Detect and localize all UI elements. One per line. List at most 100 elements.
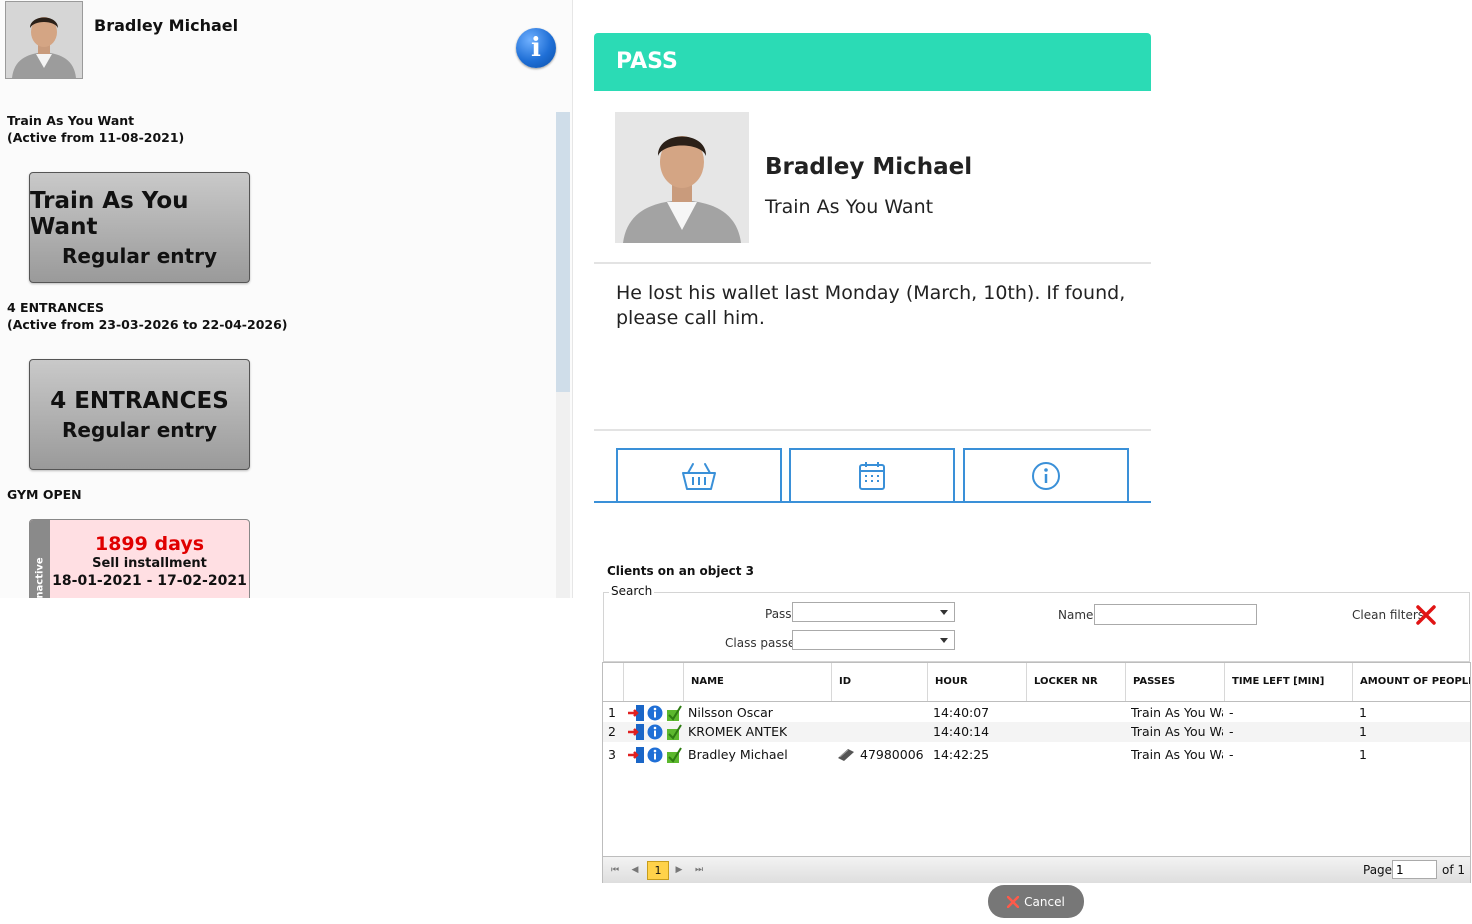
chevron-down-icon [940,638,948,643]
column-header-time-left[interactable]: TIME LEFT [MIN] [1224,663,1352,701]
row-people: 1 [1359,747,1367,762]
pass-button-subtitle: Regular entry [62,417,217,442]
row-time-left: - [1229,747,1234,762]
row-action-icons [628,747,682,763]
pass-label-name: 4 ENTRANCES [7,300,105,315]
row-hour: 14:40:07 [933,705,990,720]
row-passes: Train As You Wa [1131,724,1223,739]
pass-entry-button-2[interactable]: 4 ENTRANCES Regular entry [29,359,250,470]
info-icon[interactable] [647,705,663,721]
column-header-id[interactable]: ID [831,663,927,701]
row-hour: 14:42:25 [933,747,990,762]
inactive-pass-card[interactable]: Unactive 1899 days Sell installment 18-0… [29,519,250,598]
scroll-thumb[interactable] [556,112,570,392]
prev-page-icon[interactable]: ◀ [627,862,643,878]
last-page-icon[interactable]: ⏭ [691,862,707,878]
row-passes: Train As You Wa [1131,705,1223,720]
pass-card-note: He lost his wallet last Monday (March, 1… [616,282,1126,329]
pass-filter-label: Pass [765,607,792,621]
column-header-passes[interactable]: PASSES [1125,663,1224,701]
pass-label-active: (Active from 23-03-2026 to 22-04-2026) [7,317,288,332]
info-icon[interactable] [647,724,663,740]
chevron-down-icon [940,610,948,615]
client-name: Bradley Michael [94,16,239,35]
pass-button-title: 4 ENTRANCES [50,387,229,414]
clear-filters-icon[interactable] [1415,604,1437,626]
table-row[interactable]: 2 KROMEK ANTEK 14:40:14 Train As You Wa … [603,722,1470,742]
pass-entry-button-1[interactable]: Train As You Want Regular entry [29,172,250,283]
clients-panel-title: Clients on an object 3 [607,564,755,578]
info-icon[interactable]: i [516,28,556,68]
edit-check-icon[interactable] [667,747,682,763]
pass-label-1: Train As You Want (Active from 11-08-202… [7,112,184,146]
page-of-label: of 1 [1442,863,1466,877]
grid-header: NAME ID HOUR LOCKER NR PASSES TIME LEFT … [603,663,1470,702]
table-row[interactable]: 1 Nilsson Oscar 14:40:07 Train As You Wa… [603,703,1470,723]
row-hour: 14:40:14 [933,724,990,739]
pass-button-subtitle: Regular entry [62,243,217,268]
edit-check-icon[interactable] [667,724,682,740]
page-input[interactable] [1392,860,1437,879]
table-row[interactable]: 3 Bradley Michael 47980006 14:42:25 Trai… [603,745,1470,765]
pass-button-title: Train As You Want [30,187,189,240]
close-icon [1007,895,1020,908]
inactive-strip: Unactive [30,520,50,598]
row-number: 2 [608,724,616,739]
basket-button[interactable] [616,448,782,502]
exit-door-icon[interactable] [628,724,644,740]
info-icon[interactable] [647,747,663,763]
row-action-icons [628,724,682,740]
column-header-locker[interactable]: LOCKER NR [1026,663,1125,701]
row-name: Nilsson Oscar [688,705,773,720]
row-people: 1 [1359,724,1367,739]
cancel-label: Cancel [1024,894,1065,909]
next-page-icon[interactable]: ▶ [671,862,687,878]
pass-label-name: Train As You Want [7,113,135,128]
info-button[interactable] [963,448,1129,502]
column-header-name[interactable]: NAME [683,663,831,701]
divider [594,501,1151,503]
divider [594,262,1151,264]
client-photo [615,112,749,243]
pass-label-active: (Active from 11-08-2021) [7,130,185,145]
row-name: KROMEK ANTEK [688,724,788,739]
row-action-icons [628,705,682,721]
column-header-people[interactable]: AMOUNT OF PEOPLE [1352,663,1470,701]
edit-check-icon[interactable] [667,705,682,721]
inactive-days: 1899 days [94,533,205,555]
class-passes-filter-select[interactable] [792,630,955,650]
pass-card-actions [616,448,1133,502]
pass-card-name: Bradley Michael [765,154,973,180]
page-label: Page [1363,863,1393,877]
client-avatar [5,1,83,79]
pass-label-2: 4 ENTRANCES (Active from 23-03-2026 to 2… [7,299,288,333]
grid-pager: ⏮ ◀ 1 ▶ ⏭ Page of 1 [603,856,1470,883]
inactive-subtitle: Sell installment [92,556,207,571]
first-page-icon[interactable]: ⏮ [607,862,623,878]
calendar-icon [859,462,885,490]
scrollbar[interactable] [556,112,570,598]
inactive-dates: 18-01-2021 - 17-02-2021 [52,573,247,589]
search-legend: Search [609,584,655,598]
exit-door-icon[interactable] [628,747,644,763]
gym-open-label: GYM OPEN [7,487,82,502]
divider [594,429,1151,431]
pass-filter-select[interactable] [792,602,955,622]
pass-card-header: PASS [594,33,1151,91]
row-number: 1 [608,705,616,720]
column-header-hour[interactable]: HOUR [927,663,1026,701]
cancel-button[interactable]: Cancel [988,885,1084,918]
search-group [603,592,1470,662]
row-name: Bradley Michael [688,747,788,762]
name-filter-input[interactable] [1094,604,1257,625]
row-passes: Train As You Wa [1131,747,1223,762]
clean-filters-label[interactable]: Clean filters [1352,608,1424,622]
info-circle-icon [1032,462,1060,490]
pass-card-pass: Train As You Want [765,196,934,218]
exit-door-icon[interactable] [628,705,644,721]
client-passes-panel: Bradley Michael i Train As You Want (Act… [0,0,573,598]
pass-card: PASS Bradley Michael Train As You Want H… [594,33,1151,523]
calendar-button[interactable] [789,448,955,502]
current-page[interactable]: 1 [647,861,669,880]
clients-grid: NAME ID HOUR LOCKER NR PASSES TIME LEFT … [602,662,1471,883]
